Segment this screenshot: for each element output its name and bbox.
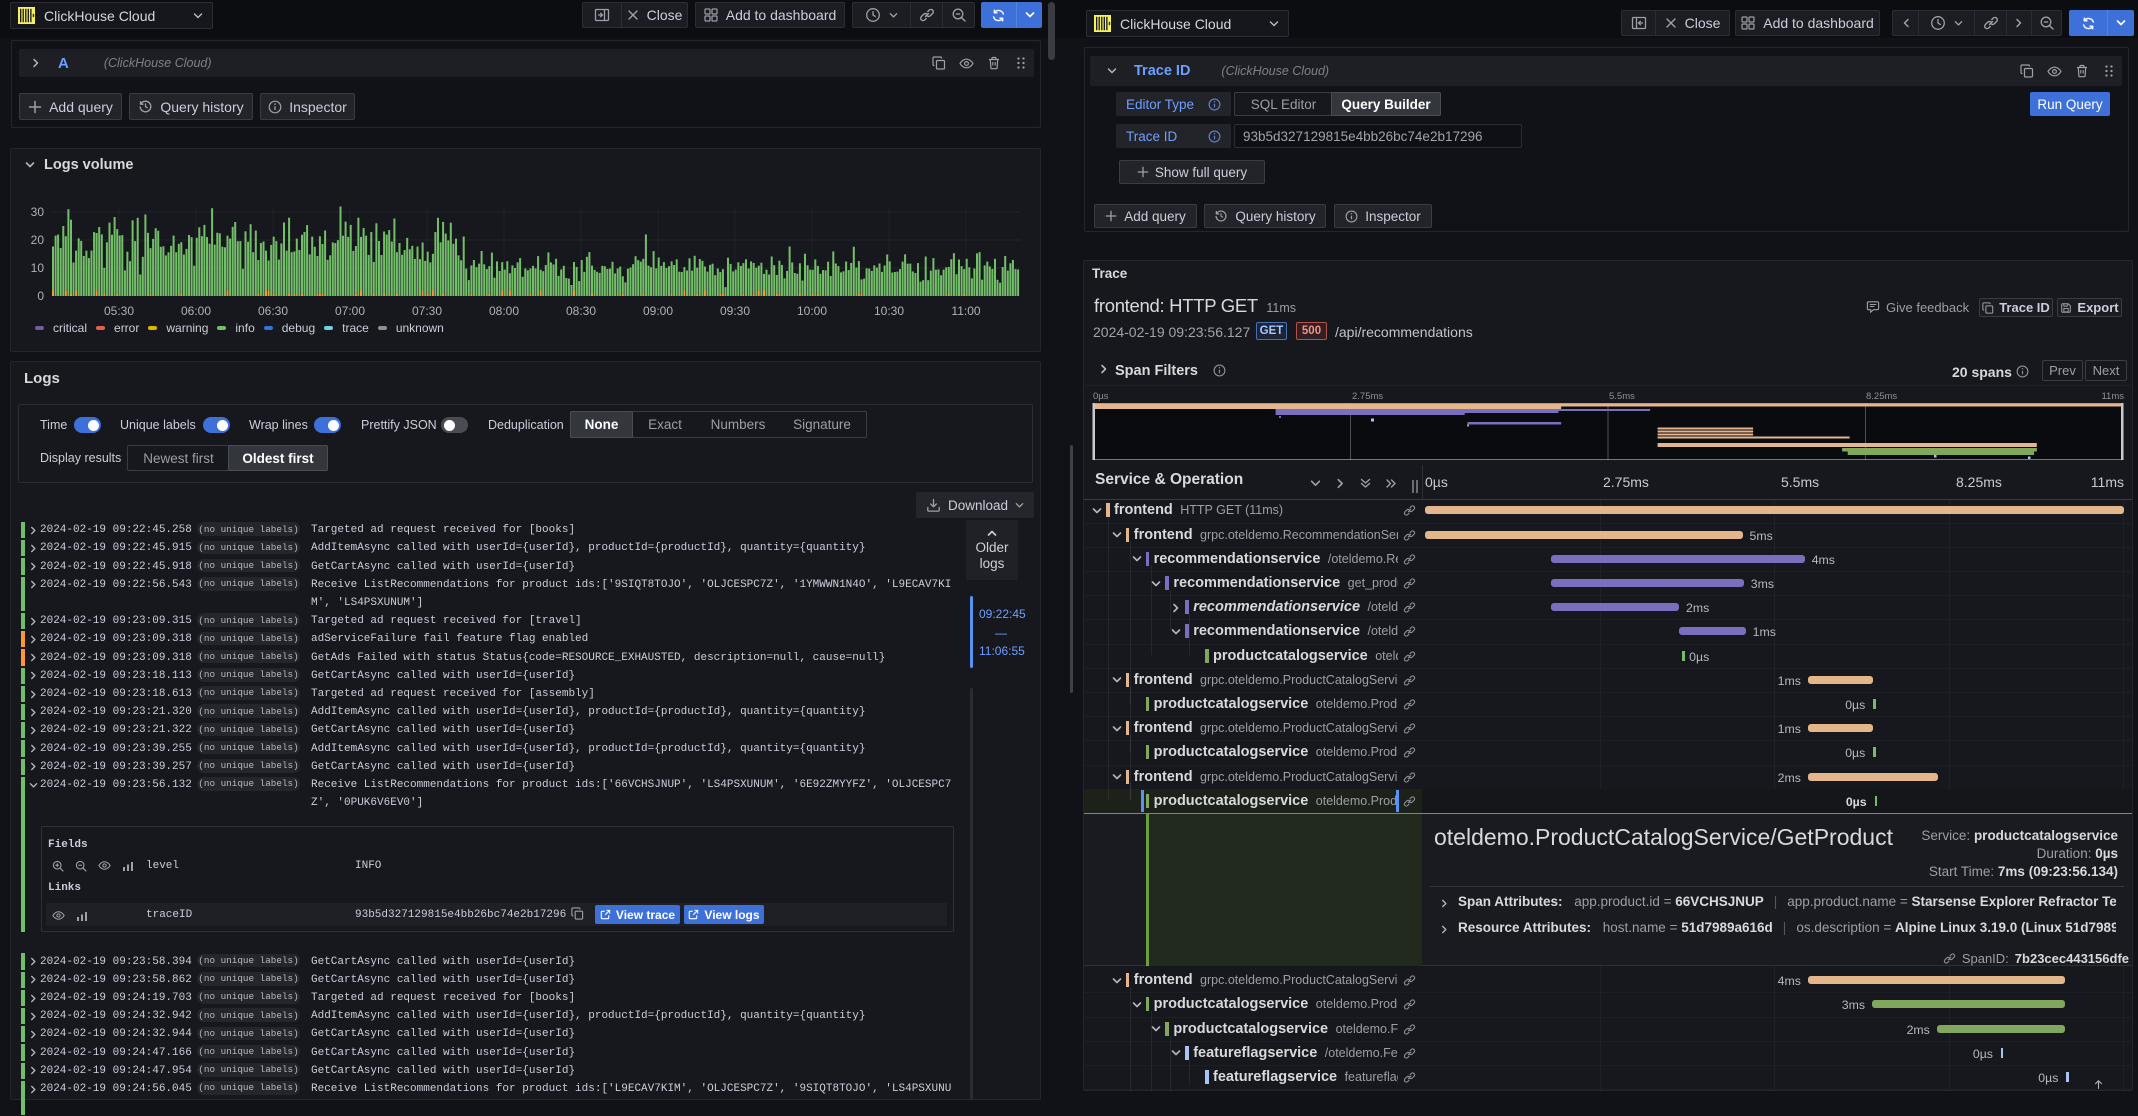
svg-text:11ms: 11ms: [2101, 391, 2124, 402]
svg-text:5.5ms: 5.5ms: [1609, 391, 1635, 402]
svg-text:8.25ms: 8.25ms: [1866, 391, 1897, 402]
svg-text:0µs: 0µs: [1093, 391, 1109, 402]
svg-text:2.75ms: 2.75ms: [1352, 391, 1383, 402]
